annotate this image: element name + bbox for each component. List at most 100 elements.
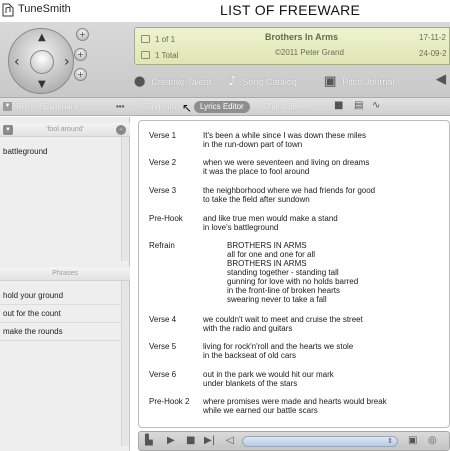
lyric-line: swearing never to take a fall	[227, 295, 327, 304]
open-icon[interactable]: ▙	[145, 435, 153, 446]
briefcase-icon[interactable]: ■	[334, 100, 343, 111]
tab-lyrics-editor[interactable]: Lyrics Editor	[194, 101, 250, 113]
rhyme-result-item[interactable]: battleground	[3, 147, 47, 156]
song-lcd-display: 1 of 1 1 Total Brothers In Arms ©2011 Pe…	[134, 27, 450, 65]
rhyme-sidebar: ▼ 'fool around' − battleground Phrases h…	[0, 117, 130, 451]
app-logo-icon	[2, 3, 14, 17]
section-label: Verse 1	[149, 131, 177, 140]
stop-icon[interactable]: ■	[186, 435, 195, 446]
lyric-line: to take the field after sundown	[203, 195, 310, 204]
mouse-cursor-icon: ↖	[182, 101, 193, 115]
track-select[interactable]: ⇕	[242, 436, 398, 447]
section-label: Refrain	[149, 241, 175, 250]
nav-right-icon[interactable]: ›	[64, 54, 70, 70]
play-icon[interactable]: ▶	[167, 435, 175, 446]
lyric-line: in the run-down part of town	[203, 140, 303, 149]
volume-icon[interactable]: ◁	[226, 435, 234, 446]
section-label: Verse 2	[149, 158, 177, 167]
app-title: TuneSmith	[18, 3, 71, 15]
tab-creative-talent[interactable]: ● Creative Talent	[134, 74, 211, 89]
lcd-song-title: Brothers In Arms	[265, 32, 339, 42]
tab-label: Pitch Journal	[342, 76, 395, 87]
lyrics-editor[interactable]: Verse 1 It's been a while since I was do…	[138, 120, 450, 428]
phrase-item[interactable]: hold your ground	[3, 291, 63, 300]
lyric-line: in the front-line of broken hearts	[227, 286, 340, 295]
lyric-line: BROTHERS IN ARMS	[227, 241, 307, 250]
nav-down-icon[interactable]: ▼	[38, 79, 46, 90]
nav-left-icon[interactable]: ‹	[14, 54, 20, 70]
lyric-line: where promises were made and hearts woul…	[203, 397, 387, 406]
tab-label: Song Catalog	[242, 76, 297, 87]
rhyme-search-term: 'fool around'	[46, 126, 84, 133]
more-options-icon[interactable]: •••	[116, 102, 124, 111]
transport-bar: ▙ ▶ ■ ▶| ◁ ⇕ ▣ ◎	[138, 431, 450, 451]
title-bar: TuneSmith LIST OF FREEWARE	[0, 0, 450, 22]
lyric-line: we couldn't wait to meet and cruise the …	[203, 315, 363, 324]
tab-chord-sheet[interactable]: Chord Sheet	[263, 102, 308, 111]
piano-icon[interactable]: ▤	[354, 100, 363, 111]
speaker-icon[interactable]: ◀	[436, 72, 446, 87]
lyric-line: under blankets of the stars	[203, 379, 298, 388]
add-button-1[interactable]: +	[76, 28, 89, 41]
folder-icon	[141, 35, 150, 43]
divider	[0, 322, 122, 323]
rhyme-clipboard-label[interactable]: Rhyme Clipboard	[16, 102, 78, 111]
lyric-line: all for one and one for all	[227, 250, 316, 259]
wave-icon[interactable]: ∿	[372, 100, 380, 111]
lcd-record-count: 1 of 1	[155, 34, 176, 44]
tab-song-catalog[interactable]: ♪ Song Catalog	[228, 74, 297, 89]
folder-icon	[141, 51, 150, 59]
secondary-toolbar: ▼ Rhyme Clipboard ••• Song Info Lyrics E…	[0, 98, 450, 116]
rhyme-search-header: ▼ 'fool around' −	[0, 123, 130, 137]
tab-label: Creative Talent	[151, 76, 212, 87]
lcd-total-count: 1 Total	[155, 50, 179, 60]
add-button-3[interactable]: +	[74, 68, 87, 81]
divider	[0, 304, 122, 305]
save-icon[interactable]: ▣	[408, 435, 417, 446]
minus-icon[interactable]: −	[116, 125, 126, 135]
section-label: Verse 4	[149, 315, 177, 324]
phrases-header: Phrases	[0, 267, 130, 281]
section-label: Verse 5	[149, 342, 177, 351]
tab-song-info[interactable]: Song Info	[142, 102, 176, 111]
lyric-line: the neighborhood where we had friends fo…	[203, 186, 376, 195]
section-label: Pre-Hook 2	[149, 397, 190, 406]
chevron-updown-icon: ⇕	[387, 437, 393, 445]
skip-icon[interactable]: ▶|	[204, 435, 215, 446]
add-button-2[interactable]: +	[74, 48, 87, 61]
lyric-line: in love's battleground	[203, 223, 279, 232]
music-note-icon: ♪	[228, 74, 237, 89]
phrases-heading: Phrases	[52, 270, 78, 277]
phrase-item[interactable]: out for the count	[3, 309, 61, 318]
chevron-down-icon[interactable]: ▼	[3, 102, 12, 111]
chevron-down-icon[interactable]: ▼	[3, 125, 13, 135]
lyric-line: with the radio and guitars	[203, 324, 293, 333]
nav-up-icon[interactable]: ▲	[38, 32, 46, 43]
phrase-list-scrollbar[interactable]	[121, 281, 129, 446]
lyric-line: It's been a while since I was down these…	[203, 131, 366, 140]
lyric-line: in the backseat of old cars	[203, 351, 296, 360]
section-label: Verse 3	[149, 186, 177, 195]
rhyme-list-scrollbar[interactable]	[121, 137, 129, 261]
lyric-line: while we earned our battle scars	[203, 406, 318, 415]
lyric-line: gunning for love with no holds barred	[227, 277, 359, 286]
phrase-item[interactable]: make the rounds	[3, 327, 63, 336]
divider	[0, 340, 122, 341]
lyric-line: BROTHERS IN ARMS	[227, 259, 307, 268]
lcd-copyright: ©2011 Peter Grand	[275, 48, 344, 57]
tab-pitch-journal[interactable]: ▣ Pitch Journal	[324, 74, 394, 89]
person-icon: ●	[134, 74, 146, 89]
journal-icon: ▣	[324, 74, 337, 89]
settings-icon[interactable]: ◎	[428, 435, 437, 446]
lyric-line: when we were seventeen and living on dre…	[203, 158, 370, 167]
top-control-bar: ▲ ▼ ‹ › + + + 1 of 1 1 Total Brothers In…	[0, 22, 450, 98]
navigation-wheel[interactable]: ▲ ▼ ‹ ›	[8, 28, 74, 94]
nav-center-button[interactable]	[30, 50, 54, 74]
lcd-date-1: 17-11-2	[419, 33, 446, 42]
lcd-date-2: 24-09-2	[419, 49, 447, 58]
section-label: Verse 6	[149, 370, 177, 379]
lyric-line: and like true men would make a stand	[203, 214, 338, 223]
lyric-line: standing together - standing tall	[227, 268, 339, 277]
lyric-line: it was the place to fool around	[203, 167, 310, 176]
lyric-line: out in the park we would hit our mark	[203, 370, 334, 379]
